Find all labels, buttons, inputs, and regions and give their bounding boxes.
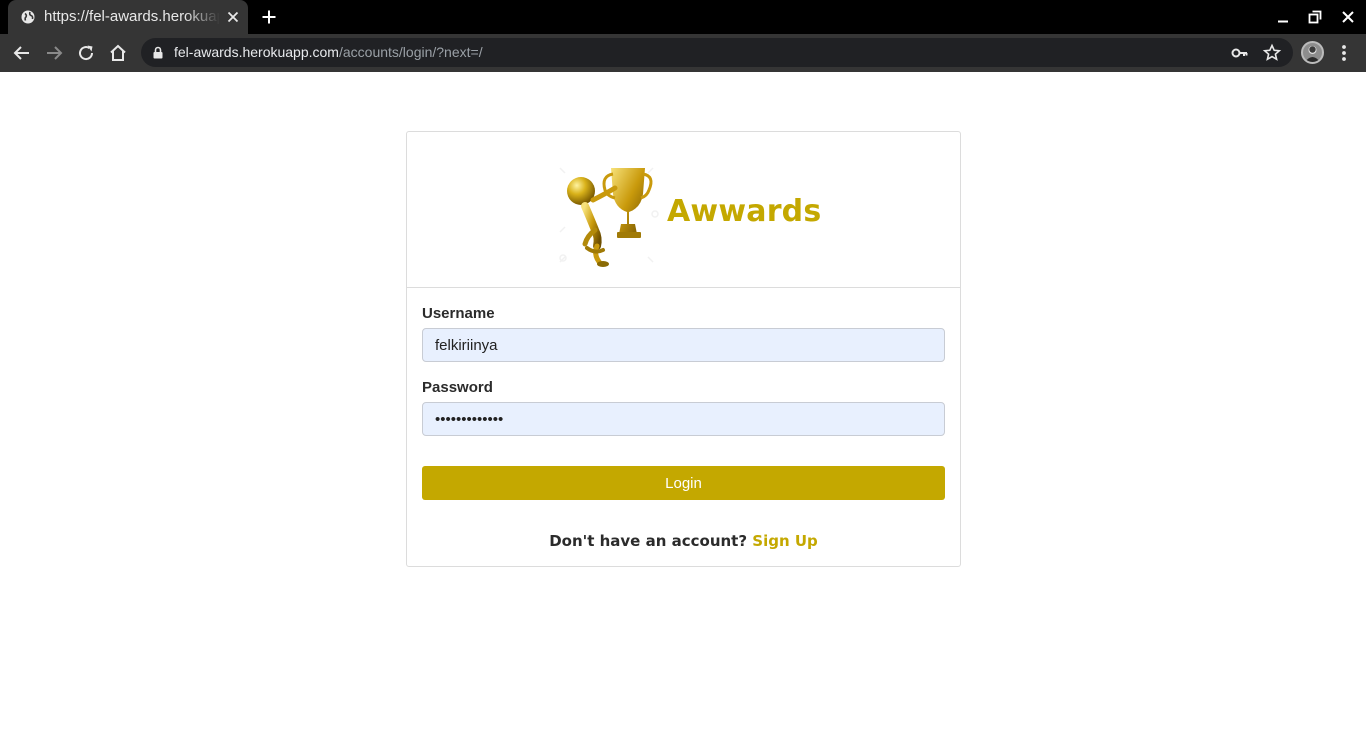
url-host: fel-awards.herokuapp.com xyxy=(174,44,339,60)
avatar-image xyxy=(1305,46,1320,62)
browser-toolbar: fel-awards.herokuapp.com/accounts/login/… xyxy=(0,34,1366,72)
login-button[interactable]: Login xyxy=(422,466,945,500)
tab-strip: https://fel-awards.herokuapp.com/account… xyxy=(0,0,1366,34)
password-input[interactable] xyxy=(422,402,945,436)
signup-link[interactable]: Sign Up xyxy=(752,532,818,550)
back-icon[interactable] xyxy=(12,43,32,63)
username-input[interactable] xyxy=(422,328,945,362)
browser-tab[interactable]: https://fel-awards.herokuapp.com/account… xyxy=(8,0,248,34)
username-label: Username xyxy=(422,305,495,322)
close-icon[interactable] xyxy=(226,10,240,24)
forward-icon[interactable] xyxy=(44,43,64,63)
signup-prompt: Don't have an account? Sign Up xyxy=(407,531,960,551)
kebab-menu-icon[interactable] xyxy=(1336,43,1352,63)
reload-icon[interactable] xyxy=(76,43,96,63)
card-header: Awwards xyxy=(407,132,960,288)
key-icon[interactable] xyxy=(1230,43,1250,63)
url-text[interactable]: fel-awards.herokuapp.com/accounts/login/… xyxy=(174,44,483,61)
address-bar[interactable]: fel-awards.herokuapp.com/accounts/login/… xyxy=(141,38,1293,67)
no-account-text: Don't have an account? xyxy=(549,532,748,550)
restore-icon[interactable] xyxy=(1308,10,1322,24)
star-icon[interactable] xyxy=(1262,43,1282,63)
plus-icon[interactable] xyxy=(261,9,277,25)
window-close-icon[interactable] xyxy=(1341,10,1355,24)
home-icon[interactable] xyxy=(108,43,128,63)
login-card: Awwards Username Password Login Don't ha… xyxy=(406,131,961,567)
globe-icon xyxy=(21,10,35,24)
brand-name: Awwards xyxy=(667,194,822,229)
lock-icon[interactable] xyxy=(153,46,163,59)
trophy-logo xyxy=(559,167,659,267)
profile-avatar[interactable] xyxy=(1301,41,1324,64)
url-path: /accounts/login/?next=/ xyxy=(338,44,483,60)
minimize-icon[interactable] xyxy=(1276,10,1290,24)
password-label: Password xyxy=(422,379,493,396)
tab-title: https://fel-awards.herokuapp.com/account… xyxy=(44,8,220,25)
